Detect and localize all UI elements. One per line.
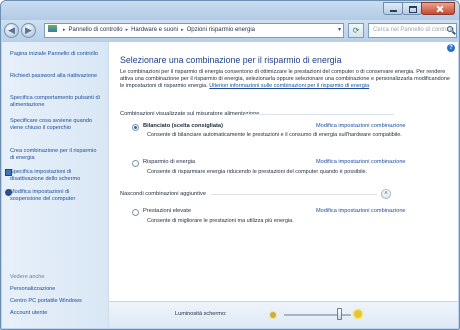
close-button[interactable] (421, 2, 455, 15)
search-input[interactable]: Cerca nel Pannello di controllo (368, 23, 457, 38)
brightness-high-icon (354, 310, 362, 318)
forward-button[interactable]: ▶ (21, 23, 36, 38)
window-controls (383, 2, 455, 16)
collapse-chevron-icon[interactable]: ˄ (381, 189, 391, 199)
title-bar (1, 1, 459, 20)
link-personalization[interactable]: Personalizzazione (10, 286, 55, 292)
brightness-low-icon (270, 312, 276, 318)
sidebar-link-lid[interactable]: Specificare cosa avviene quando viene ch… (10, 118, 102, 132)
section-heading-plans: Combinazioni visualizzate sul misuratore… (120, 111, 260, 117)
main-content: ? Selezionare una combinazione per il ri… (109, 42, 458, 328)
see-also-heading: Vedere anche (10, 274, 45, 280)
breadcrumb-arrow-icon: ▸ (181, 27, 184, 33)
search-placeholder: Cerca nel Pannello di controllo (373, 27, 455, 33)
section-divider (211, 194, 377, 195)
address-dropdown-icon[interactable]: ▾ (338, 24, 341, 37)
plan-name: Bilanciato (scelta consigliata) (143, 123, 223, 129)
moon-icon (5, 189, 12, 196)
refresh-button[interactable]: ⟳ (348, 23, 364, 38)
brightness-slider-thumb[interactable] (336, 308, 342, 320)
breadcrumb-arrow-icon: ▸ (63, 27, 66, 33)
minimize-button[interactable] (383, 2, 403, 15)
monitor-icon (5, 169, 12, 176)
breadcrumb-item[interactable]: Opzioni risparmio energia (187, 27, 255, 33)
breadcrumb-item[interactable]: Pannello di controllo (69, 27, 123, 33)
sidebar-link-sleep[interactable]: Modifica impostazioni di sospensione del… (5, 189, 102, 203)
sidebar-link-label: Specifica impostazioni di disattivazione… (10, 169, 81, 182)
help-icon[interactable]: ? (447, 44, 455, 52)
change-plan-settings-link[interactable]: Modifica impostazioni combinazione (316, 208, 406, 214)
section-heading-hidden-plans: Nascondi combinazioni aggiuntive (120, 191, 206, 197)
breadcrumb-item[interactable]: Hardware e suoni (131, 27, 178, 33)
navigation-bar: ◀ ▶ ▸ Pannello di controllo ▸ Hardware e su… (1, 20, 459, 42)
sidebar-link-power-buttons[interactable]: Specifica comportamento pulsanti di alim… (10, 95, 102, 109)
sidebar-link-password[interactable]: Richiedi password alla riattivazione (10, 73, 102, 80)
plan-name: Risparmio di energia (143, 159, 196, 165)
change-plan-settings-link[interactable]: Modifica impostazioni combinazione (316, 123, 406, 129)
plan-description: Consente di migliorare le prestazioni ma… (147, 218, 294, 224)
breadcrumb-arrow-icon: ▸ (125, 27, 129, 33)
sidebar: Pagina iniziale Pannello di controllo Ri… (2, 42, 109, 328)
maximize-button[interactable] (402, 2, 422, 15)
search-icon[interactable] (447, 26, 453, 32)
plan-description: Consente di bilanciare automaticamente l… (147, 132, 402, 138)
brightness-bar: Luminosità schermo: (109, 301, 458, 328)
control-panel-icon (48, 25, 57, 32)
address-bar[interactable]: ▸ Pannello di controllo ▸ Hardware e suoni ▸… (44, 23, 344, 38)
plan-radio-balanced[interactable] (132, 124, 139, 131)
intro-text: Le combinazioni per il risparmio di ener… (120, 69, 450, 90)
plan-description: Consente di risparmiare energia riducend… (147, 169, 368, 175)
plan-name: Prestazioni elevate (143, 208, 192, 214)
sidebar-link-label: Modifica impostazioni di sospensione del… (10, 189, 76, 202)
more-info-link[interactable]: Ulteriori informazioni sulle combinazion… (209, 83, 369, 89)
link-user-accounts[interactable]: Account utente (10, 310, 47, 316)
plan-radio-power-saver[interactable] (132, 160, 139, 167)
link-mobility-center[interactable]: Centro PC portatile Windows (10, 298, 82, 304)
change-plan-settings-link[interactable]: Modifica impostazioni combinazione (316, 159, 406, 165)
sidebar-link-home[interactable]: Pagina iniziale Pannello di controllo (10, 51, 102, 58)
sidebar-link-create-plan[interactable]: Crea combinazione per il risparmio di en… (10, 148, 102, 162)
back-button[interactable]: ◀ (4, 23, 19, 38)
brightness-label: Luminosità schermo: (175, 311, 227, 317)
plan-radio-high-performance[interactable] (132, 209, 139, 216)
control-panel-window: ◀ ▶ ▸ Pannello di controllo ▸ Hardware e su… (0, 0, 460, 330)
page-title: Selezionare una combinazione per il risp… (120, 55, 342, 65)
section-divider (244, 114, 394, 115)
sidebar-link-display-off[interactable]: Specifica impostazioni di disattivazione… (5, 169, 102, 183)
